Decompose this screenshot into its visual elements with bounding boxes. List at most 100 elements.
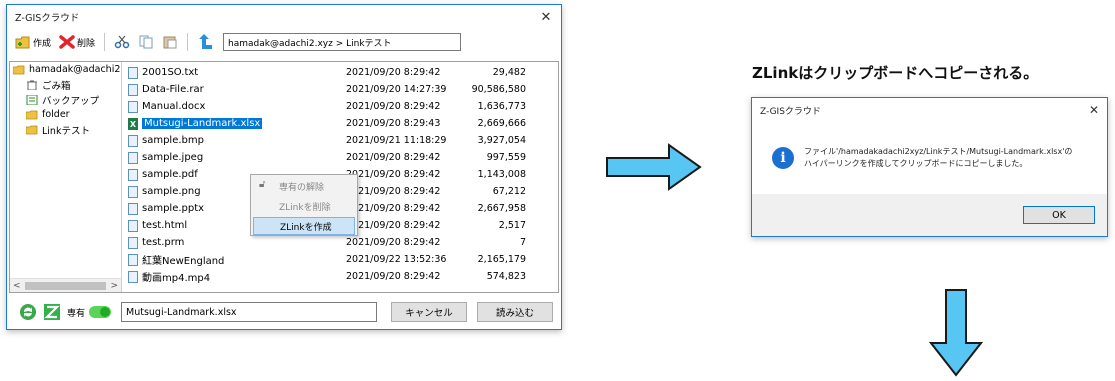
file-size: 2,165,179 [477, 254, 526, 265]
caption: ZLinkはクリップボードへコピーされる。 [752, 64, 1039, 82]
exclusive-toggle[interactable] [89, 306, 112, 318]
file-name: sample.pptx [142, 203, 205, 214]
file-row[interactable]: sample.jpeg 2021/09/20 8:29:42 997,559 [122, 149, 558, 166]
exclusive-label: 専有 [67, 308, 86, 319]
file-row[interactable]: sample.bmp 2021/09/21 11:18:29 3,927,054 [122, 132, 558, 149]
context-item-delete-zlink[interactable]: ZLinkを削除 [253, 197, 355, 215]
up-folder-button[interactable] [195, 34, 215, 50]
delete-x-icon [59, 35, 75, 49]
context-item-release-exclusive[interactable]: 🔓︎ 専有の解除 [253, 177, 355, 195]
file-icon [128, 270, 138, 283]
file-size: 7 [519, 237, 526, 248]
context-item-label: ZLinkを作成 [280, 222, 332, 233]
tree-item-label: バックアップ [42, 95, 100, 107]
file-icon [128, 219, 138, 232]
folder-open-icon [13, 65, 25, 74]
file-list: 2001SO.txt 2021/09/20 8:29:42 29,482 Dat… [122, 62, 558, 292]
scissors-icon [114, 35, 130, 49]
main-window: Z-GISクラウド ✕ 作成 削除 hamadak@adachi2.xyz > … [6, 4, 562, 330]
file-name: sample.bmp [142, 135, 204, 146]
file-date: 2021/09/20 8:29:42 [346, 271, 441, 282]
file-icon [128, 253, 138, 266]
file-icon [128, 100, 138, 113]
file-row[interactable]: Manual.docx 2021/09/20 8:29:42 1,636,773 [122, 98, 558, 115]
scroll-left-icon[interactable]: < [13, 281, 21, 291]
file-row[interactable]: 2001SO.txt 2021/09/20 8:29:42 29,482 [122, 64, 558, 81]
file-icon [128, 185, 138, 198]
paste-icon [163, 36, 177, 49]
file-size: 1,143,008 [477, 169, 526, 180]
file-date: 2021/09/20 8:29:42 [346, 203, 441, 214]
context-item-create-zlink[interactable]: ZLinkを作成 [253, 217, 355, 235]
file-date: 2021/09/22 13:52:36 [346, 254, 447, 265]
file-size: 997,559 [486, 152, 526, 163]
right-arrow-icon [605, 143, 703, 191]
file-name: Mutsugi-Landmark.xlsx [142, 118, 263, 129]
file-icon [128, 236, 138, 249]
zgis-logo-icon[interactable] [43, 303, 61, 321]
toolbar: 作成 削除 [7, 29, 561, 55]
file-name: Manual.docx [142, 101, 206, 112]
tree-item-label: ごみ箱 [42, 80, 71, 92]
paste-button[interactable] [160, 35, 180, 49]
file-size: 90,586,580 [471, 84, 526, 95]
ok-button[interactable]: OK [1023, 206, 1095, 224]
toolbar-separator [104, 33, 106, 51]
file-name: sample.jpeg [142, 152, 204, 163]
path-input[interactable] [223, 33, 462, 51]
excel-file-icon: X [128, 117, 138, 130]
tree-item-linktest[interactable]: Linkテスト [10, 122, 121, 137]
file-date: 2021/09/20 8:29:43 [346, 118, 441, 129]
file-size: 574,823 [486, 271, 526, 282]
create-button[interactable]: 作成 [13, 35, 53, 49]
file-date: 2021/09/20 8:29:42 [346, 237, 441, 248]
copy-button[interactable] [136, 35, 156, 49]
file-date: 2021/09/20 14:27:39 [346, 84, 447, 95]
file-row[interactable]: 動画mp4.mp4 2021/09/20 8:29:42 574,823 [122, 268, 558, 285]
file-row[interactable]: 紅葉NewEngland 2021/09/22 13:52:36 2,165,1… [122, 251, 558, 268]
scroll-thumb[interactable] [24, 281, 107, 290]
file-row[interactable]: test.prm 2021/09/20 8:29:42 7 [122, 234, 558, 251]
file-name: 動画mp4.mp4 [142, 273, 211, 284]
cancel-button[interactable]: キャンセル [391, 302, 468, 322]
file-icon [128, 202, 138, 215]
create-label: 作成 [33, 38, 52, 49]
tree-item-backup[interactable]: バックアップ [10, 92, 121, 107]
load-button[interactable]: 読み込む [477, 302, 554, 322]
dialog-titlebar: Z-GISクラウド ✕ [752, 98, 1107, 122]
close-icon[interactable]: ✕ [531, 10, 561, 25]
dialog-message-line: ファイル'/hamadakadachi2xyz/Linkテスト/Mutsugi-… [804, 147, 1073, 156]
dialog-message: ファイル'/hamadakadachi2xyz/Linkテスト/Mutsugi-… [804, 146, 1072, 170]
down-arrow-icon [929, 288, 983, 378]
sync-icon[interactable] [19, 303, 37, 321]
file-name: test.prm [142, 237, 185, 248]
context-item-label: ZLinkを削除 [279, 202, 331, 213]
context-menu: 🔓︎ 専有の解除 ZLinkを削除 ZLinkを作成 [250, 174, 358, 236]
window-title: Z-GISクラウド [15, 13, 80, 24]
close-icon[interactable]: ✕ [1081, 103, 1107, 117]
scroll-right-icon[interactable]: > [110, 281, 118, 291]
file-icon [128, 151, 138, 164]
file-date: 2021/09/20 8:29:42 [346, 169, 441, 180]
filename-input[interactable] [121, 302, 378, 322]
file-name: test.html [142, 220, 188, 231]
cut-button[interactable] [112, 35, 132, 49]
backup-icon [26, 94, 38, 105]
tree-horizontal-scrollbar[interactable]: < > [10, 278, 121, 292]
file-size: 2,667,958 [477, 203, 526, 214]
file-name: 2001SO.txt [142, 67, 199, 78]
file-row[interactable]: Data-File.rar 2021/09/20 14:27:39 90,586… [122, 81, 558, 98]
file-size: 3,927,054 [477, 135, 526, 146]
delete-button[interactable]: 削除 [57, 35, 97, 49]
tree-item-folder[interactable]: folder [10, 107, 121, 122]
dialog-footer: OK [752, 194, 1107, 236]
file-row-selected[interactable]: X Mutsugi-Landmark.xlsx 2021/09/20 8:29:4… [122, 115, 558, 132]
file-date: 2021/09/21 11:18:29 [346, 135, 447, 146]
tree-item-trash[interactable]: ごみ箱 [10, 77, 121, 92]
file-date: 2021/09/20 8:29:42 [346, 220, 441, 231]
tree-root[interactable]: hamadak@adachi2 [10, 62, 121, 77]
file-date: 2021/09/20 8:29:42 [346, 152, 441, 163]
dialog-title: Z-GISクラウド [760, 106, 821, 117]
tree-item-label: Linkテスト [42, 125, 90, 137]
tree-root-label: hamadak@adachi2 [29, 64, 121, 75]
